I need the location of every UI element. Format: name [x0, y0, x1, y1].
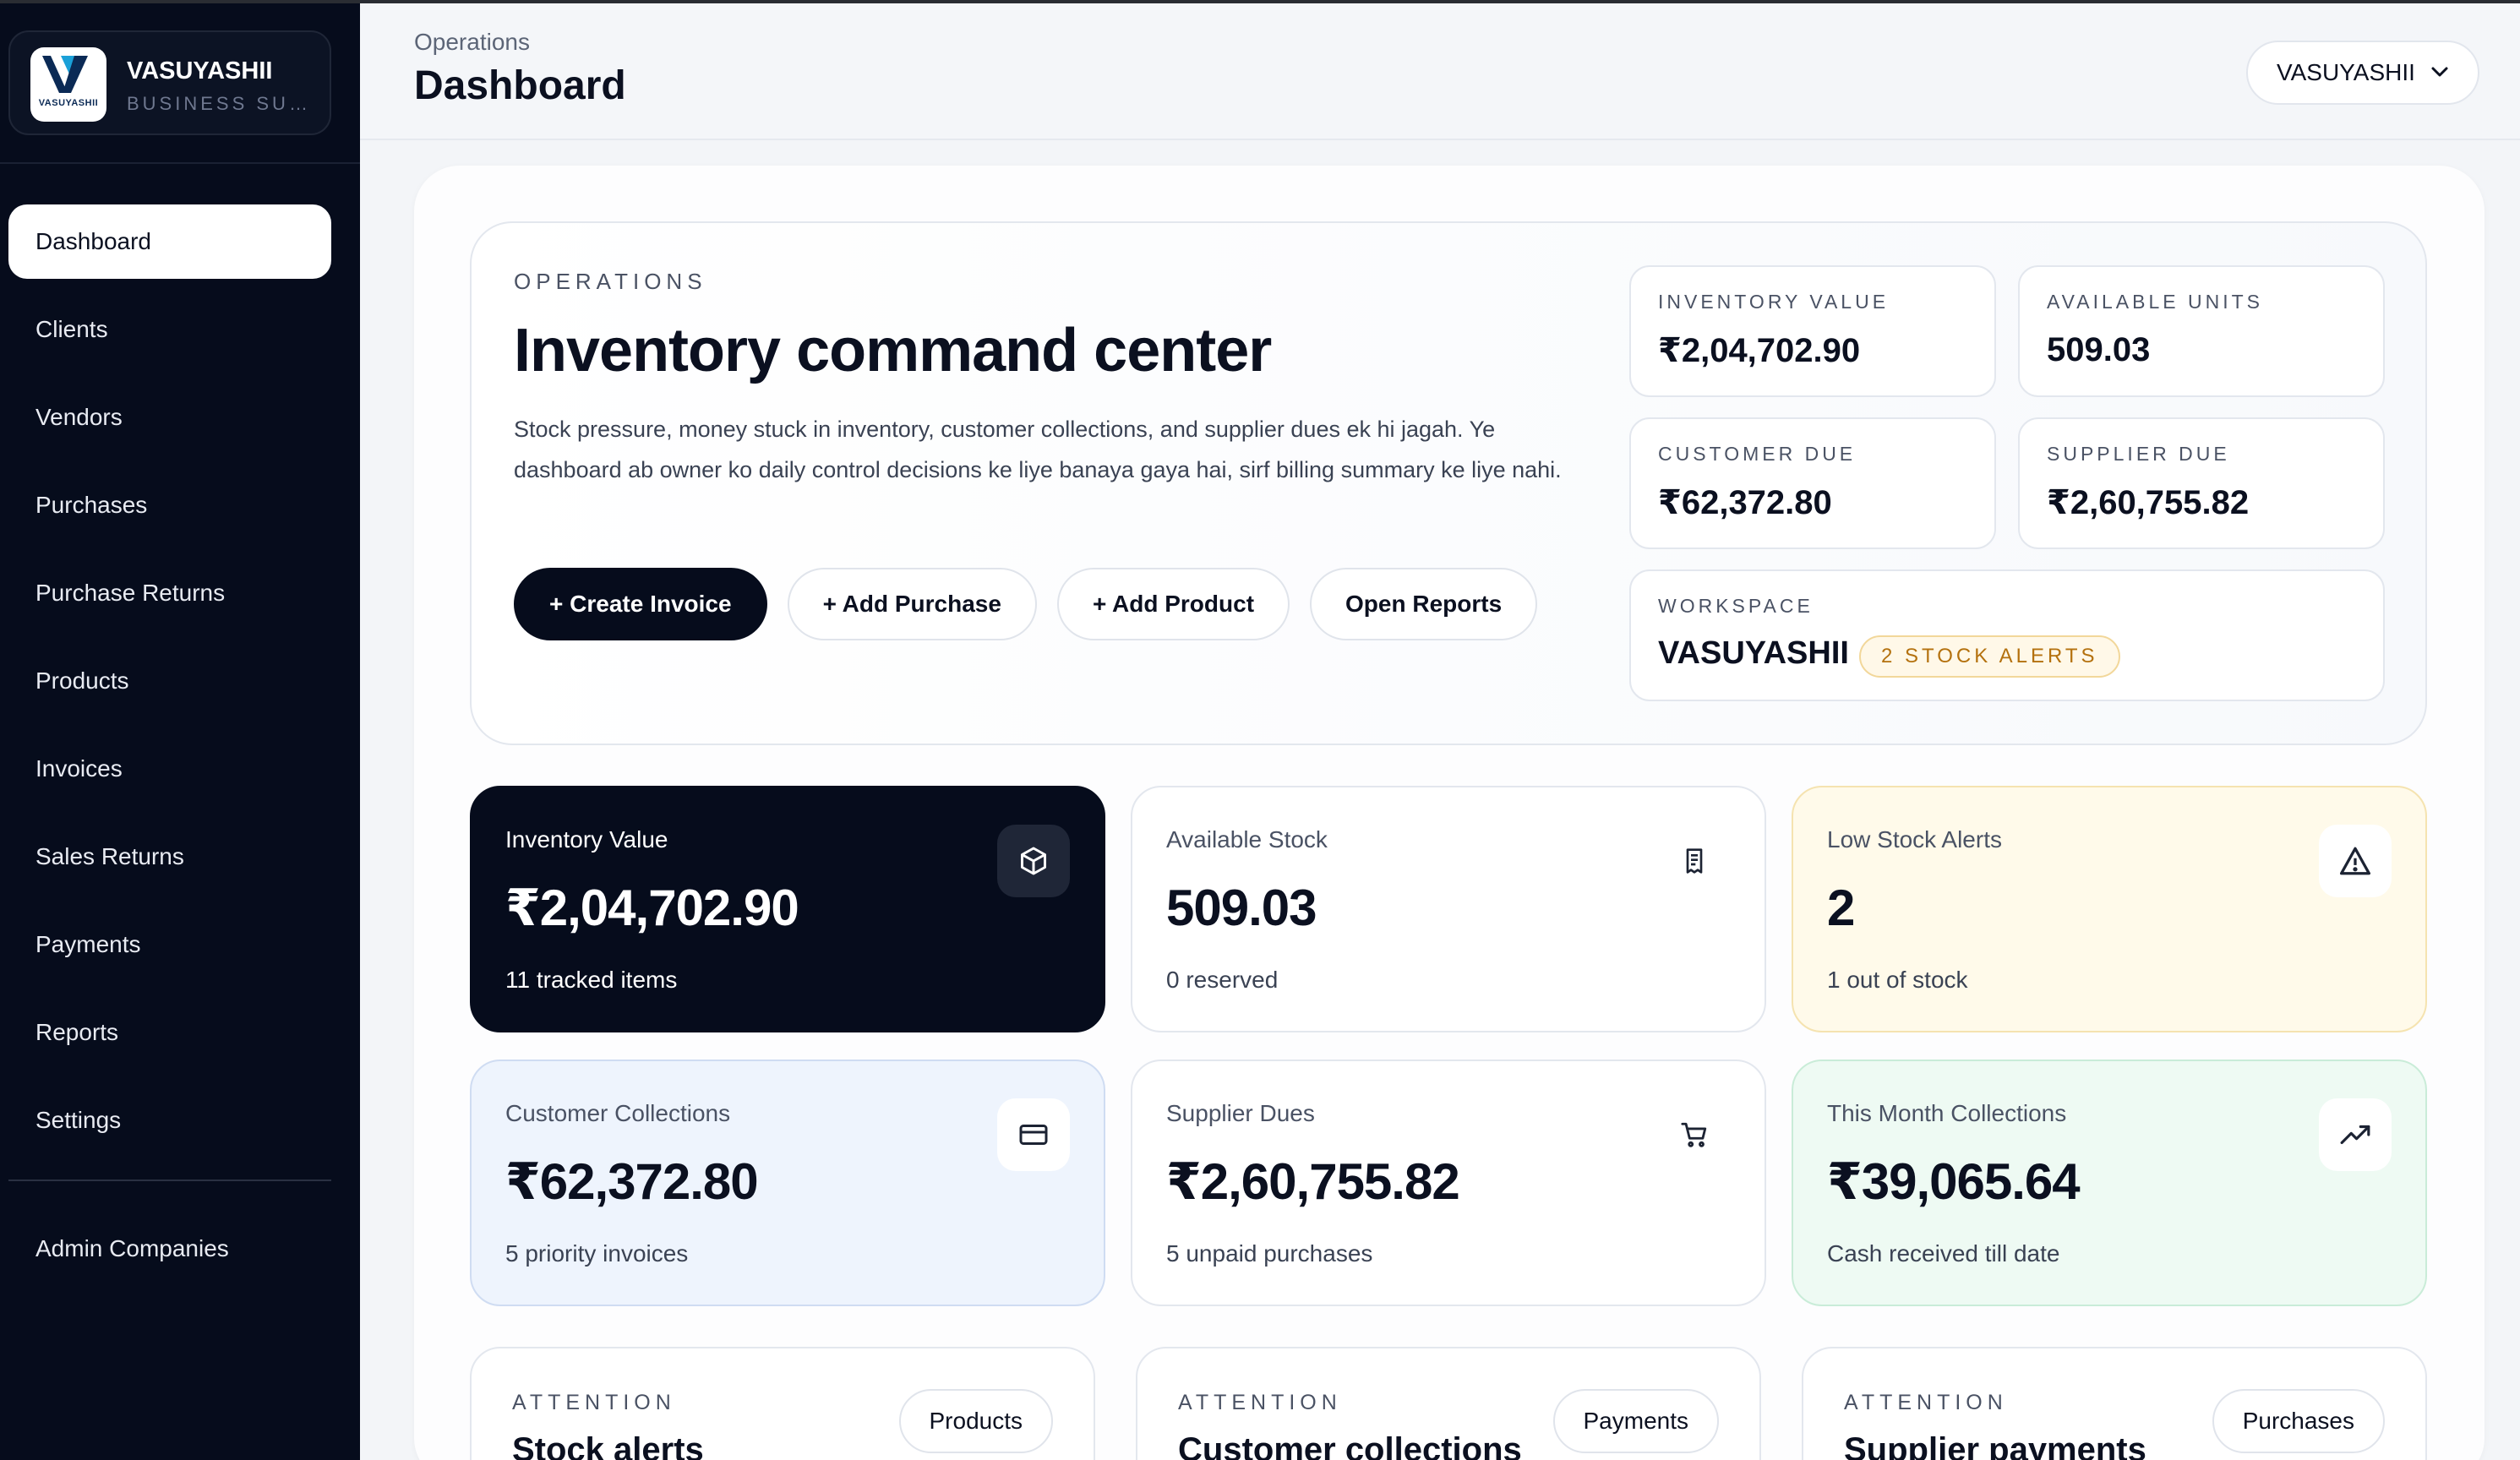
- brand-logo: VASUYASHII: [30, 47, 106, 122]
- sidebar-item-dashboard[interactable]: Dashboard: [8, 204, 331, 279]
- add-product-button[interactable]: + Add Product: [1056, 568, 1290, 640]
- purchases-link-button[interactable]: Purchases: [2212, 1389, 2385, 1453]
- sidebar-separator: [8, 1179, 331, 1181]
- metric-value: ₹62,372.80: [1658, 484, 1832, 521]
- metric-label: SUPPLIER DUE: [2047, 443, 2230, 465]
- trend-up-icon: [2319, 1098, 2392, 1171]
- logo-mark-icon: [42, 56, 88, 93]
- card-value: ₹2,60,755.82: [1166, 1153, 1460, 1210]
- breadcrumb[interactable]: Operations: [414, 29, 530, 56]
- hero-title: Inventory command center: [514, 317, 1272, 384]
- brand-card[interactable]: VASUYASHII VASUYASHII BUSINESS SUITE: [8, 30, 331, 135]
- hero-eyebrow: OPERATIONS: [514, 269, 707, 294]
- card-label: Low Stock Alerts: [1827, 826, 2002, 853]
- attention-title: Supplier payments: [1844, 1431, 2146, 1460]
- attention-title: Customer collections: [1178, 1431, 1522, 1460]
- card-value: ₹2,04,702.90: [505, 880, 799, 936]
- card-subtext: 5 priority invoices: [505, 1240, 689, 1267]
- receipt-icon: [1658, 825, 1731, 897]
- metric-label: AVAILABLE UNITS: [2047, 291, 2263, 313]
- metric-value: ₹2,04,702.90: [1658, 332, 1861, 369]
- card-subtext: 0 reserved: [1166, 967, 1279, 993]
- brand-subtitle: BUSINESS SUITE: [127, 93, 313, 114]
- sidebar-item-sales-returns[interactable]: Sales Returns: [8, 820, 331, 894]
- products-link-button[interactable]: Products: [898, 1389, 1053, 1453]
- logo-wordmark: VASUYASHII: [38, 98, 99, 108]
- sidebar-item-reports[interactable]: Reports: [8, 995, 331, 1070]
- card-label: Inventory Value: [505, 826, 668, 853]
- warning-icon: [2319, 825, 2392, 897]
- sidebar-item-invoices[interactable]: Invoices: [8, 732, 331, 806]
- card-value: 2: [1827, 880, 1855, 936]
- card-label: Supplier Dues: [1166, 1100, 1315, 1126]
- cube-icon: [997, 825, 1070, 897]
- card-value: ₹62,372.80: [505, 1153, 759, 1210]
- workspace-card: WORKSPACE VASUYASHII 2 STOCK ALERTS: [1629, 569, 2385, 701]
- sidebar-item-purchase-returns[interactable]: Purchase Returns: [8, 556, 331, 630]
- hero-description: Stock pressure, money stuck in inventory…: [514, 417, 1562, 482]
- metric-available-units: AVAILABLE UNITS 509.03: [2018, 265, 2385, 397]
- card-label: Available Stock: [1166, 826, 1328, 853]
- metric-customer-due: CUSTOMER DUE ₹62,372.80: [1629, 417, 1996, 549]
- sidebar-item-purchases[interactable]: Purchases: [8, 468, 331, 542]
- top-header: Operations Dashboard VASUYASHII: [360, 3, 2520, 140]
- sidebar: VASUYASHII VASUYASHII BUSINESS SUITE Das…: [0, 3, 360, 1460]
- hero-actions: + Create Invoice + Add Purchase + Add Pr…: [514, 568, 1538, 640]
- card-value: 509.03: [1166, 880, 1317, 936]
- metric-label: INVENTORY VALUE: [1658, 291, 1890, 313]
- sidebar-item-products[interactable]: Products: [8, 644, 331, 718]
- workspace-select[interactable]: VASUYASHII: [2246, 41, 2479, 105]
- workspace-name: VASUYASHII: [1658, 635, 1849, 671]
- chevron-down-icon: [2431, 67, 2448, 77]
- workspace-select-value: VASUYASHII: [2277, 59, 2415, 85]
- attention-card-collections: ATTENTION Customer collections Payments: [1136, 1347, 1761, 1460]
- attention-eyebrow: ATTENTION: [1844, 1391, 2008, 1414]
- sidebar-item-clients[interactable]: Clients: [8, 292, 331, 367]
- attention-eyebrow: ATTENTION: [1178, 1391, 1342, 1414]
- card-month-collections[interactable]: This Month Collections ₹39,065.64 Cash r…: [1792, 1060, 2427, 1306]
- card-subtext: Cash received till date: [1827, 1240, 2060, 1267]
- sidebar-item-payments[interactable]: Payments: [8, 907, 331, 982]
- payments-link-button[interactable]: Payments: [1552, 1389, 1719, 1453]
- open-reports-button[interactable]: Open Reports: [1310, 568, 1538, 640]
- metric-value: 509.03: [2047, 331, 2151, 368]
- attention-card-stock: ATTENTION Stock alerts Products: [470, 1347, 1095, 1460]
- metric-label: CUSTOMER DUE: [1658, 443, 1857, 465]
- cart-icon: [1658, 1098, 1731, 1171]
- hero-section: OPERATIONS Inventory command center Stoc…: [470, 221, 2427, 745]
- attention-card-supplier: ATTENTION Supplier payments Purchases: [1802, 1347, 2427, 1460]
- card-inventory-value[interactable]: Inventory Value ₹2,04,702.90 11 tracked …: [470, 786, 1105, 1032]
- sidebar-item-settings[interactable]: Settings: [8, 1083, 331, 1158]
- card-subtext: 11 tracked items: [505, 967, 678, 993]
- attention-title: Stock alerts: [512, 1431, 704, 1460]
- metric-supplier-due: SUPPLIER DUE ₹2,60,755.82: [2018, 417, 2385, 549]
- create-invoice-button[interactable]: + Create Invoice: [514, 568, 767, 640]
- workspace-label: WORKSPACE: [1658, 595, 1814, 617]
- card-customer-collections[interactable]: Customer Collections ₹62,372.80 5 priori…: [470, 1060, 1105, 1306]
- card-icon: [997, 1098, 1070, 1171]
- card-available-stock[interactable]: Available Stock 509.03 0 reserved: [1131, 786, 1766, 1032]
- card-supplier-dues[interactable]: Supplier Dues ₹2,60,755.82 5 unpaid purc…: [1131, 1060, 1766, 1306]
- card-subtext: 5 unpaid purchases: [1166, 1240, 1373, 1267]
- metric-inventory-value: INVENTORY VALUE ₹2,04,702.90: [1629, 265, 1996, 397]
- card-value: ₹39,065.64: [1827, 1153, 2081, 1210]
- stock-alerts-badge[interactable]: 2 STOCK ALERTS: [1859, 635, 2120, 678]
- attention-eyebrow: ATTENTION: [512, 1391, 676, 1414]
- metric-value: ₹2,60,755.82: [2047, 484, 2250, 521]
- card-label: Customer Collections: [505, 1100, 731, 1126]
- card-subtext: 1 out of stock: [1827, 967, 1968, 993]
- add-purchase-button[interactable]: + Add Purchase: [787, 568, 1037, 640]
- card-low-stock-alerts[interactable]: Low Stock Alerts 2 1 out of stock: [1792, 786, 2427, 1032]
- sidebar-divider: [0, 162, 360, 164]
- sidebar-item-admin-companies[interactable]: Admin Companies: [8, 1212, 331, 1286]
- brand-name: VASUYASHII: [127, 57, 273, 84]
- sidebar-item-vendors[interactable]: Vendors: [8, 380, 331, 455]
- card-label: This Month Collections: [1827, 1100, 2067, 1126]
- sidebar-nav: Dashboard Clients Vendors Purchases Purc…: [8, 204, 331, 1299]
- page-title: Dashboard: [414, 63, 626, 108]
